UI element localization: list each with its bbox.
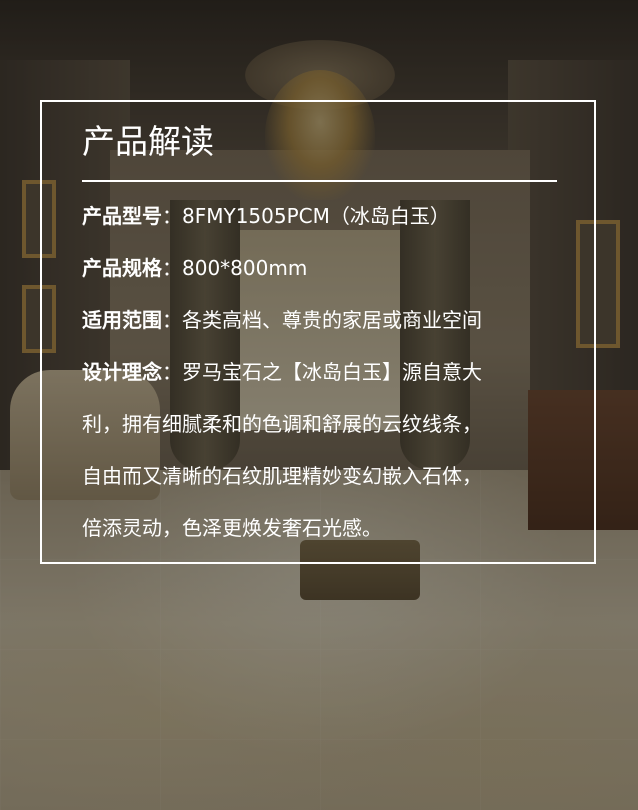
panel-title: 产品解读 — [82, 122, 214, 161]
info-row-model: 产品型号：8FMY1505PCM（冰岛白玉） — [82, 198, 572, 250]
info-value: 罗马宝石之【冰岛白玉】源自意大 — [182, 360, 482, 384]
info-label: 适用范围 — [82, 308, 162, 332]
product-info-panel: 产品解读 产品型号：8FMY1505PCM（冰岛白玉） 产品规格：800*800… — [40, 100, 596, 564]
info-value: 8FMY1505PCM（冰岛白玉） — [182, 204, 450, 228]
info-label: 产品型号 — [82, 204, 162, 228]
info-separator: ： — [162, 308, 182, 332]
design-concept-line: 倍添灵动，色泽更焕发奢石光感。 — [82, 516, 382, 540]
info-label: 设计理念 — [82, 360, 162, 384]
info-separator: ： — [162, 360, 182, 384]
design-concept-line: 自由而又清晰的石纹肌理精妙变幻嵌入石体， — [82, 464, 482, 488]
info-row-design-concept: 设计理念：罗马宝石之【冰岛白玉】源自意大 — [82, 354, 572, 406]
info-row-size: 产品规格：800*800mm — [82, 250, 572, 302]
product-info-list: 产品型号：8FMY1505PCM（冰岛白玉） 产品规格：800*800mm 适用… — [82, 198, 572, 562]
design-concept-line: 利，拥有细腻柔和的色调和舒展的云纹线条， — [82, 412, 482, 436]
title-divider — [82, 180, 557, 182]
info-label: 产品规格 — [82, 256, 162, 280]
info-separator: ： — [162, 256, 182, 280]
info-separator: ： — [162, 204, 182, 228]
info-value: 各类高档、尊贵的家居或商业空间 — [182, 308, 482, 332]
info-value: 800*800mm — [182, 256, 308, 280]
info-row-usage: 适用范围：各类高档、尊贵的家居或商业空间 — [82, 302, 572, 354]
